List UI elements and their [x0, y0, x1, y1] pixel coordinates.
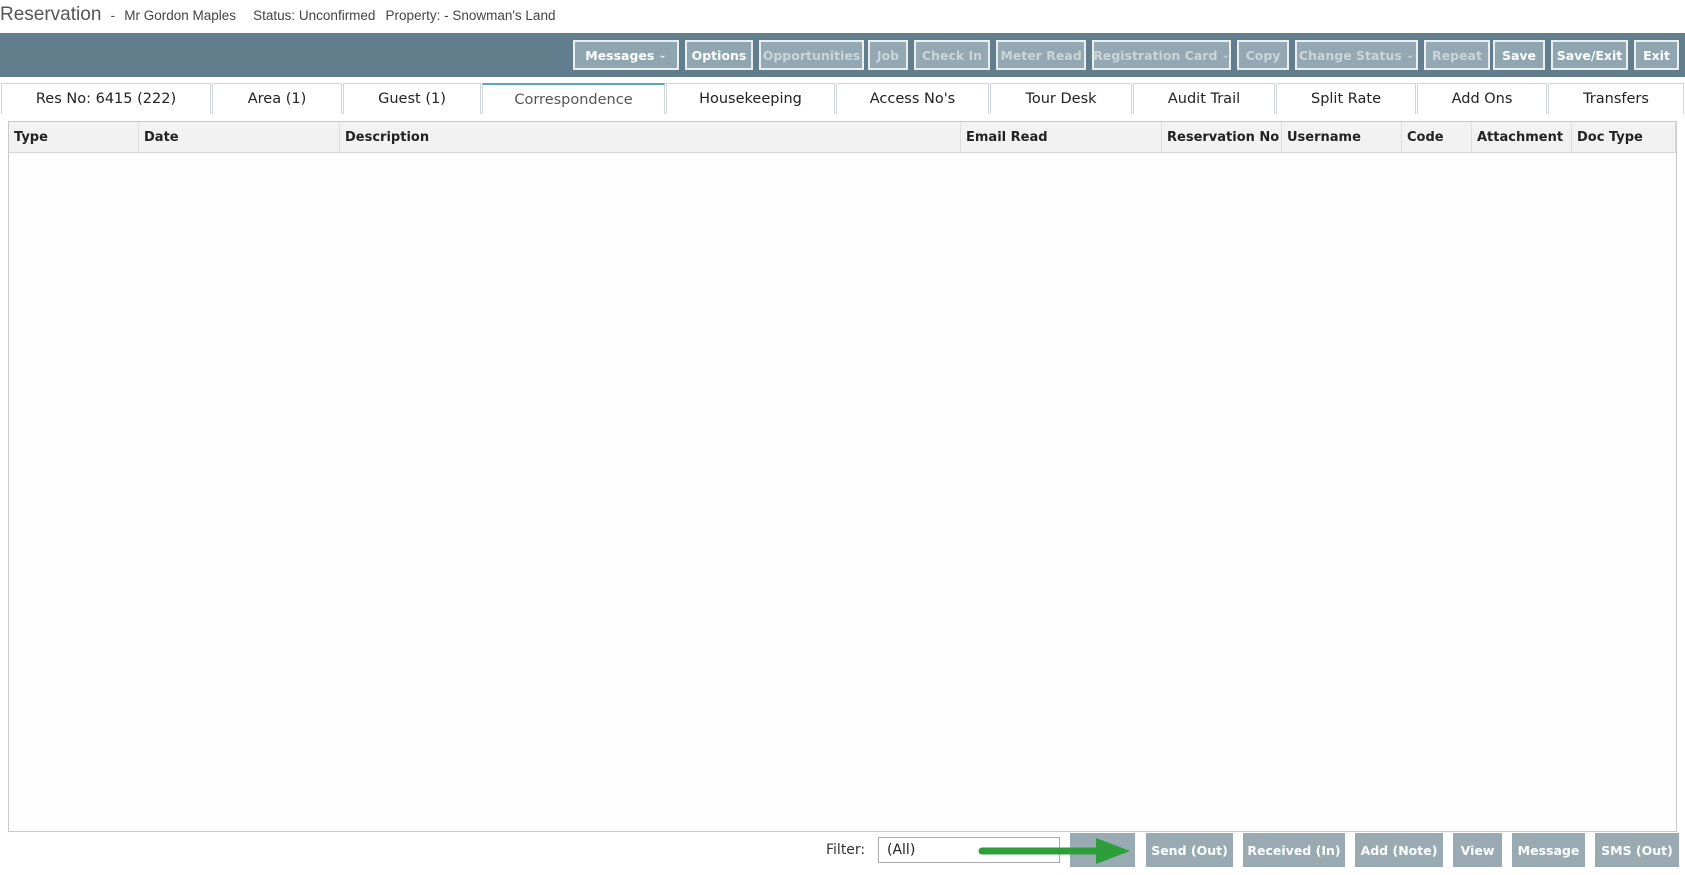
chevron-down-icon: ⌄ [658, 49, 667, 61]
tab-bar: Res No: 6415 (222) Area (1) Guest (1) Co… [0, 83, 1685, 114]
job-button[interactable]: Job [868, 40, 908, 70]
guest-name: Mr Gordon Maples [124, 8, 237, 23]
registration-card-label: Registration Card [1093, 47, 1218, 63]
table-header: Type Date Description Email Read Reserva… [9, 122, 1676, 153]
reservation-status: Status: Unconfirmed [253, 8, 376, 23]
column-header-type[interactable]: Type [9, 122, 139, 152]
column-header-email-read[interactable]: Email Read [961, 122, 1162, 152]
column-header-username[interactable]: Username [1282, 122, 1402, 152]
meter-read-button[interactable]: Meter Read [996, 40, 1086, 70]
received-in-button[interactable]: Received (In) [1243, 833, 1345, 867]
toolbar: Messages ⌄ Options Opportunities Job Chec… [0, 33, 1685, 77]
tab-transfers[interactable]: Transfers [1548, 83, 1684, 114]
page-header: Reservation - Mr Gordon Maples Status: U… [0, 4, 555, 30]
column-header-code[interactable]: Code [1402, 122, 1472, 152]
messages-label: Messages [585, 47, 655, 63]
send-out-button[interactable]: Send (Out) [1146, 833, 1233, 867]
page-title: Reservation [0, 4, 102, 25]
tab-res-no[interactable]: Res No: 6415 (222) [1, 83, 211, 114]
property-name: Property: - Snowman's Land [385, 8, 556, 23]
column-header-description[interactable]: Description [340, 122, 961, 152]
tab-area[interactable]: Area (1) [212, 83, 342, 114]
column-header-date[interactable]: Date [139, 122, 340, 152]
message-button[interactable]: Message [1512, 833, 1585, 867]
registration-card-button[interactable]: Registration Card ⌄ [1092, 40, 1231, 70]
tab-guest[interactable]: Guest (1) [343, 83, 481, 114]
options-button[interactable]: Options [685, 40, 753, 70]
title-separator: - [110, 7, 116, 23]
correspondence-table: Type Date Description Email Read Reserva… [8, 121, 1677, 832]
save-exit-button[interactable]: Save/Exit [1551, 40, 1628, 70]
check-in-button[interactable]: Check In [914, 40, 990, 70]
column-header-doc-type[interactable]: Doc Type [1572, 122, 1676, 152]
column-header-attachment[interactable]: Attachment [1472, 122, 1572, 152]
messages-button[interactable]: Messages ⌄ [573, 40, 679, 70]
chevron-down-icon: ⌄ [1221, 49, 1230, 61]
add-note-button[interactable]: Add (Note) [1355, 833, 1443, 867]
tab-split-rate[interactable]: Split Rate [1276, 83, 1416, 114]
column-header-reservation-no[interactable]: Reservation No [1162, 122, 1282, 152]
view-button[interactable]: View [1453, 833, 1502, 867]
tab-add-ons[interactable]: Add Ons [1417, 83, 1547, 114]
opportunities-button[interactable]: Opportunities [759, 40, 864, 70]
tab-correspondence[interactable]: Correspondence [482, 83, 665, 114]
save-button[interactable]: Save [1493, 40, 1545, 70]
change-status-label: Change Status [1298, 47, 1402, 63]
chevron-down-icon: ⌄ [1405, 49, 1415, 61]
copy-button[interactable]: Copy [1237, 40, 1289, 70]
repeat-button[interactable]: Repeat [1424, 40, 1490, 70]
tab-housekeeping[interactable]: Housekeeping [666, 83, 835, 114]
change-status-button[interactable]: Change Status ⌄ [1295, 40, 1418, 70]
exit-button[interactable]: Exit [1634, 40, 1679, 70]
filter-label: Filter: [826, 842, 866, 858]
sms-out-button[interactable]: SMS (Out) [1595, 833, 1679, 867]
tab-tour-desk[interactable]: Tour Desk [990, 83, 1132, 114]
tab-audit-trail[interactable]: Audit Trail [1133, 83, 1275, 114]
green-arrow-icon [978, 838, 1130, 864]
tab-access-nos[interactable]: Access No's [836, 83, 989, 114]
